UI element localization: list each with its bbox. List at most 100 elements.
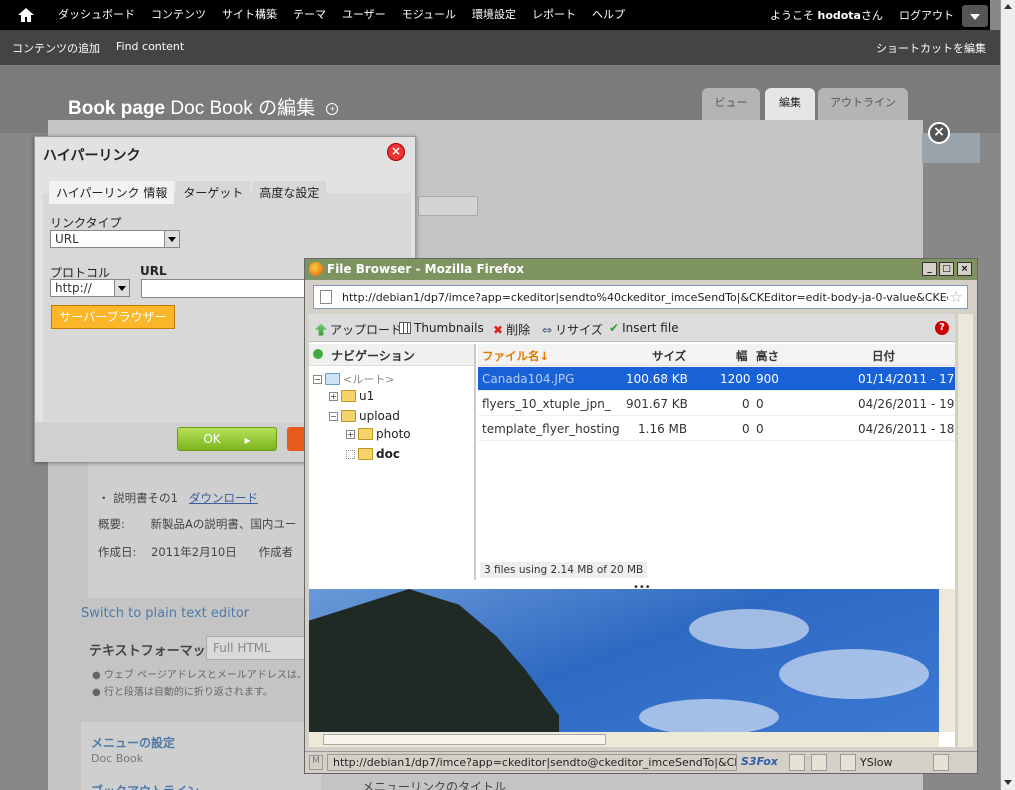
menu-structure[interactable]: サイト構築 <box>214 0 285 30</box>
edit-shortcuts-link[interactable]: ショートカットを編集 <box>876 40 986 56</box>
menu-help[interactable]: ヘルプ <box>584 0 633 30</box>
preview-horizontal-scrollbar[interactable] <box>309 732 939 747</box>
delete-button[interactable]: ✖ 削除 <box>493 321 530 338</box>
page-scrollbar[interactable] <box>1000 0 1015 790</box>
addon-icon[interactable] <box>789 754 805 771</box>
resize-grip-icon[interactable] <box>933 754 949 771</box>
protocol-select[interactable]: http:// <box>50 279 130 297</box>
file-list: ファイル名↓ サイズ 幅 高さ 日付 Canada104.JPG 100.68 … <box>478 344 955 580</box>
col-date[interactable]: 日付 <box>872 348 895 364</box>
menu-configuration[interactable]: 環境設定 <box>464 0 524 30</box>
folder-icon <box>358 448 373 460</box>
menu-people[interactable]: ユーザー <box>334 0 394 30</box>
format-tips: ● ウェブ ページアドレスとメールアドレスは、自 ● 行と段落は自動的に折り返さ… <box>92 670 317 698</box>
logout-link[interactable]: ログアウト <box>891 7 962 23</box>
server-browser-button[interactable]: サーバーブラウザー <box>51 305 175 329</box>
dialog-tabs: ハイパーリンク 情報 ターゲット 高度な設定 <box>49 181 328 204</box>
file-browser-window: File Browser - Mozilla Firefox _ □ × htt… <box>304 258 978 774</box>
tree-photo[interactable]: + photo <box>346 427 411 441</box>
menu-appearance[interactable]: テーマ <box>285 0 334 30</box>
window-close-icon[interactable]: × <box>957 262 972 276</box>
maximize-icon[interactable]: □ <box>939 262 954 276</box>
chevron-down-icon <box>114 280 129 296</box>
col-width[interactable]: 幅 <box>736 348 748 364</box>
close-icon[interactable]: × <box>387 143 405 161</box>
addon-shield-icon[interactable] <box>811 754 827 771</box>
tab-target[interactable]: ターゲット <box>176 181 251 204</box>
folder-icon <box>341 410 356 422</box>
link-type-select[interactable]: URL <box>50 230 180 248</box>
col-height[interactable]: 高さ <box>756 348 779 364</box>
editor-body[interactable]: ・ 説明書その1 ダウンロード 概要: 新製品Aの説明書、国内ユー 作成日: 2… <box>88 460 308 598</box>
upload-button[interactable]: アップロード <box>315 321 402 338</box>
file-list-header: ファイル名↓ サイズ 幅 高さ 日付 <box>478 344 955 366</box>
window-vertical-scrollbar[interactable] <box>957 314 973 747</box>
menu-settings-link[interactable]: メニューの設定 <box>91 734 175 751</box>
folder-icon <box>325 373 340 385</box>
download-link[interactable]: ダウンロード <box>189 491 258 505</box>
status-m-icon: M <box>309 755 323 770</box>
help-icon[interactable]: ? <box>935 321 949 335</box>
home-icon[interactable] <box>18 8 34 22</box>
address-bar[interactable]: http://debian1/dp7/imce?app=ckeditor|sen… <box>313 285 968 309</box>
menu-settings-summary: Doc Book <box>91 752 144 765</box>
s3fox-button[interactable]: S3Fox <box>741 755 778 768</box>
add-shortcut-icon[interactable]: + <box>326 102 339 115</box>
tab-advanced[interactable]: 高度な設定 <box>252 181 327 204</box>
imce-content: アップロード Thumbnails ✖ 削除 ⇔ リサイズ ✔ Insert file… <box>309 314 955 747</box>
tree-root[interactable]: − <ルート> <box>313 371 394 387</box>
shortcut-toggle-button[interactable] <box>962 5 988 27</box>
menu-reports[interactable]: レポート <box>524 0 584 30</box>
preview-vertical-scrollbar[interactable] <box>939 589 955 732</box>
tab-view[interactable]: ビュー <box>702 88 760 120</box>
shortcut-add-content[interactable]: コンテンツの追加 <box>12 40 100 56</box>
menu-modules[interactable]: モジュール <box>394 0 464 30</box>
tab-link-info[interactable]: ハイパーリンク 情報 <box>49 181 175 204</box>
quota-status: 3 files using 2.14 MB of 20 MB <box>480 562 648 578</box>
file-row[interactable]: template_flyer_hosting 1.16 MB 0 0 04/26… <box>478 417 955 441</box>
bookmark-star-icon[interactable]: ☆ <box>950 288 963 306</box>
title-input[interactable] <box>418 196 478 216</box>
scroll-down-icon[interactable] <box>1004 780 1012 785</box>
preview-cloud <box>639 699 779 735</box>
address-url[interactable]: http://debian1/dp7/imce?app=ckeditor|sen… <box>342 291 948 304</box>
yslow-label[interactable]: YSlow <box>860 756 892 769</box>
yslow-icon[interactable] <box>840 754 856 771</box>
scroll-up-icon[interactable] <box>1004 4 1012 9</box>
col-filename[interactable]: ファイル名↓ <box>482 348 549 364</box>
text-format-select[interactable]: Full HTML <box>206 636 306 660</box>
ok-button[interactable]: OK ▶ <box>177 427 277 451</box>
book-outline-link[interactable]: ブックアウトライン <box>91 782 199 790</box>
tree-upload[interactable]: − upload <box>329 409 400 423</box>
thumbnails-button[interactable]: Thumbnails <box>399 321 484 335</box>
plain-text-editor-link[interactable]: Switch to plain text editor <box>81 606 249 621</box>
shortcut-find-content[interactable]: Find content <box>116 40 184 56</box>
status-bar: M http://debian1/dp7/imce?app=ckeditor|s… <box>305 751 977 773</box>
close-overlay-icon[interactable]: × <box>928 122 950 144</box>
url-input[interactable] <box>141 279 311 298</box>
page-icon <box>320 290 332 304</box>
admin-menu: ダッシュボード コンテンツ サイト構築 テーマ ユーザー モジュール 環境設定 … <box>50 0 633 30</box>
username: hodota <box>817 9 861 22</box>
tab-outline[interactable]: アウトライン <box>818 88 908 120</box>
tree-doc[interactable]: doc <box>346 447 400 461</box>
menu-dashboard[interactable]: ダッシュボード <box>50 0 143 30</box>
window-titlebar: File Browser - Mozilla Firefox _ □ × <box>305 259 977 280</box>
navigation-title: ナビゲーション <box>309 344 474 366</box>
menu-content[interactable]: コンテンツ <box>143 0 214 30</box>
file-row[interactable]: Canada104.JPG 100.68 KB 1200 900 01/14/2… <box>478 367 955 391</box>
editor-line-2: 概要: 新製品Aの説明書、国内ユー <box>98 517 297 531</box>
editor-line-3: 作成日: 2011年2月10日 作成者 <box>98 545 294 559</box>
col-size[interactable]: サイズ <box>652 348 686 364</box>
page-title: Book page Doc Book の編集 + <box>68 93 339 120</box>
tab-edit[interactable]: 編集 <box>765 88 815 120</box>
welcome-text: ようこそ hodotaさん <box>769 9 883 22</box>
resize-button[interactable]: ⇔ リサイズ <box>542 321 603 338</box>
scroll-thumb[interactable] <box>323 734 606 745</box>
tree-u1[interactable]: + u1 <box>329 389 374 403</box>
file-row[interactable]: flyers_10_xtuple_jpn_ 901.67 KB 0 0 04/2… <box>478 392 955 416</box>
check-icon: ✔ <box>609 321 620 335</box>
delete-icon: ✖ <box>493 322 504 337</box>
minimize-icon[interactable]: _ <box>922 262 937 276</box>
insert-file-button[interactable]: ✔ Insert file <box>609 321 679 335</box>
